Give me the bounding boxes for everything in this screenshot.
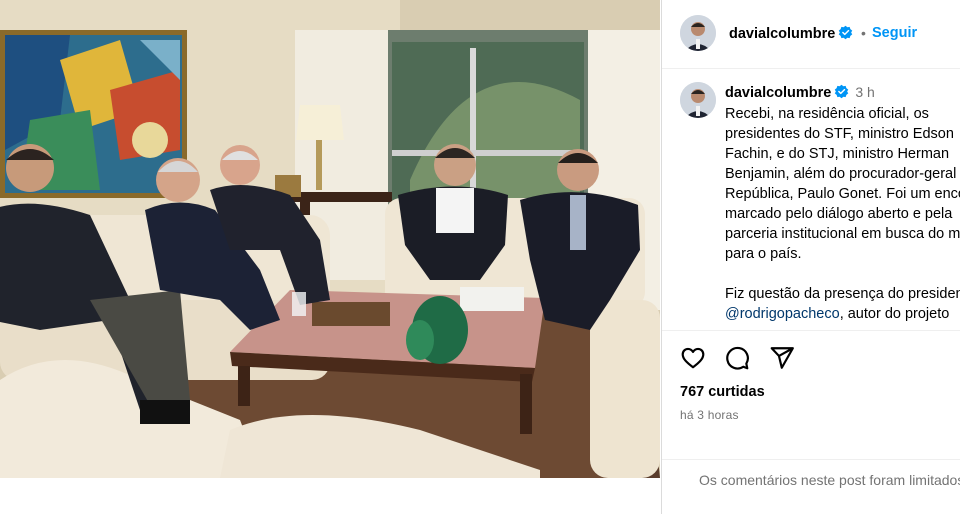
- post-photo[interactable]: [0, 0, 660, 478]
- verified-badge-icon: [839, 26, 853, 40]
- post-timestamp[interactable]: há 3 horas: [680, 408, 739, 422]
- caption-avatar[interactable]: [680, 82, 716, 118]
- comments-limited-notice: Os comentários neste post foram limitado…: [662, 459, 960, 516]
- likes-count[interactable]: 767 curtidas: [680, 384, 765, 400]
- heart-icon[interactable]: [680, 345, 706, 371]
- mention-link[interactable]: @rodrigopacheco: [725, 306, 840, 322]
- meeting-photo-illustration: [0, 0, 660, 478]
- paper-plane-icon[interactable]: [769, 345, 795, 371]
- comments-limited-text: Os comentários neste post foram limitado…: [699, 472, 960, 488]
- post-header: davialcolumbre • Seguir: [662, 0, 960, 69]
- username-link[interactable]: davialcolumbre: [729, 26, 835, 42]
- post-details-panel: davialcolumbre • Seguir davialcolumbre 3 …: [661, 0, 960, 515]
- avatar[interactable]: [680, 15, 716, 51]
- caption-body: Recebi, na residência oficial, os presid…: [725, 106, 960, 302]
- caption-username-link[interactable]: davialcolumbre: [725, 85, 831, 101]
- caption-body-continued: , autor do projeto: [839, 306, 950, 322]
- caption-author-row: davialcolumbre 3 h: [725, 84, 875, 102]
- header-username-row: davialcolumbre: [729, 25, 853, 43]
- comment-bubble-icon[interactable]: [724, 345, 750, 371]
- caption-time[interactable]: 3 h: [855, 84, 874, 100]
- follow-button[interactable]: Seguir: [872, 25, 917, 41]
- verified-badge-icon: [835, 85, 849, 99]
- caption-text: Recebi, na residência oficial, os presid…: [725, 104, 960, 324]
- post-actions: 767 curtidas há 3 horas Os comentários n…: [662, 330, 960, 515]
- separator-dot: •: [861, 25, 866, 41]
